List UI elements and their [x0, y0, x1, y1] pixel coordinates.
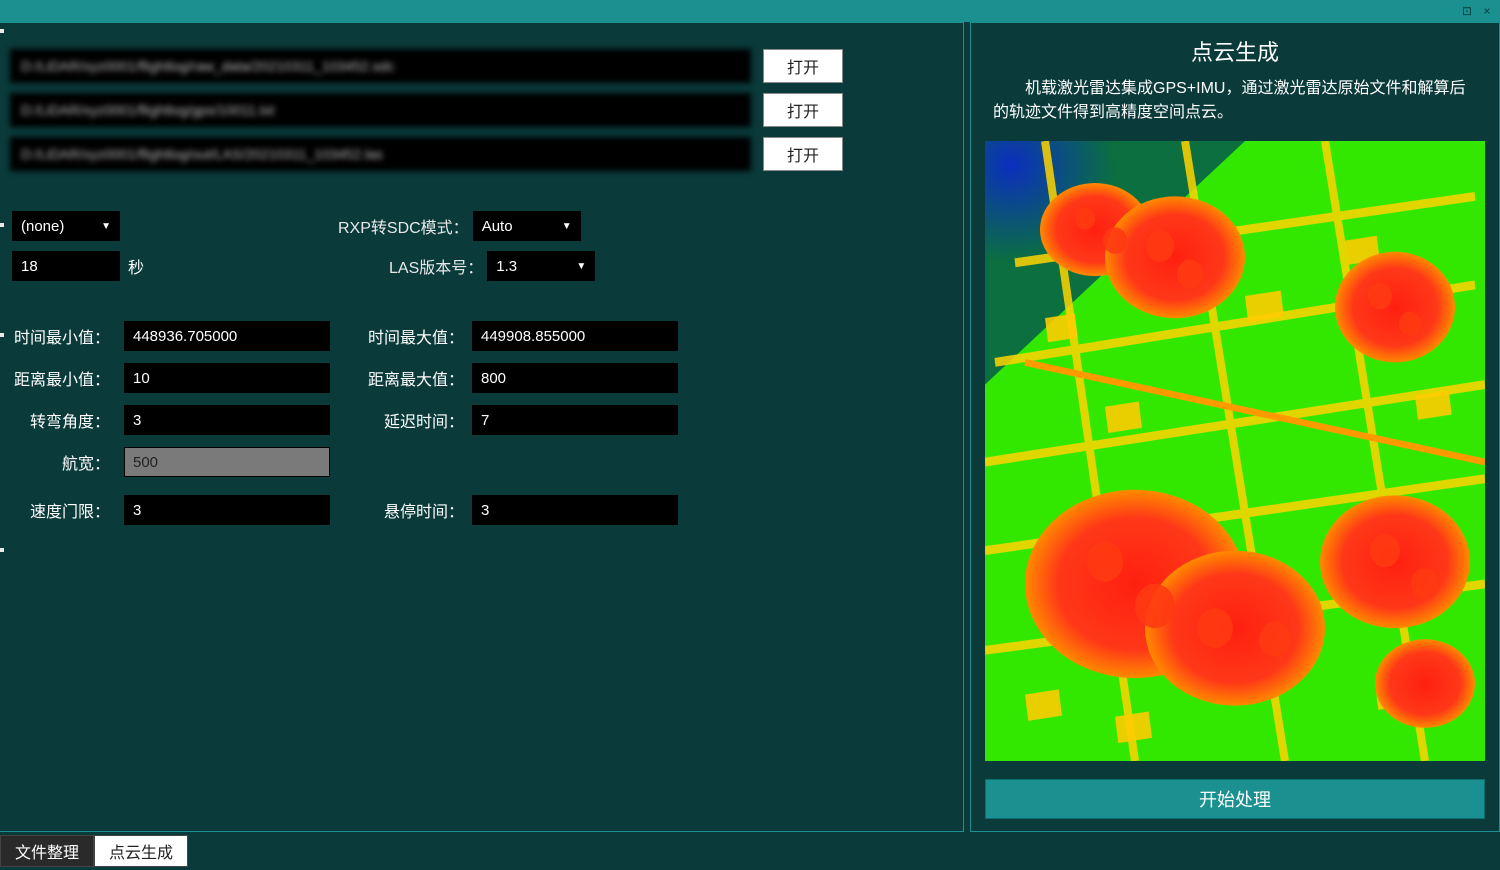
dist-max-label: 距离最大值： [364, 366, 464, 390]
hover-label: 悬停时间： [364, 498, 464, 522]
rxp-label: RXP转SDC模式： [338, 214, 469, 238]
rxp-mode-value: Auto [482, 218, 513, 235]
hover-input[interactable] [472, 495, 678, 525]
rxp-mode-select[interactable]: Auto ▼ [473, 211, 581, 241]
pointcloud-image [985, 141, 1485, 761]
file-row-1: 打开 [10, 49, 843, 83]
turn-angle-input[interactable] [124, 405, 330, 435]
file-path-input-3[interactable] [10, 137, 751, 171]
time-max-input[interactable] [472, 321, 678, 351]
time-min-input[interactable] [124, 321, 330, 351]
section-marker [0, 548, 4, 552]
file-row-2: 打开 [10, 93, 843, 127]
open-button-3[interactable]: 打开 [763, 137, 843, 171]
close-icon[interactable]: × [1480, 4, 1494, 18]
section-marker [0, 333, 4, 337]
section-marker [0, 223, 4, 227]
tab-file-organize[interactable]: 文件整理 [0, 835, 94, 867]
tab-pointcloud-gen[interactable]: 点云生成 [94, 835, 188, 867]
file-path-input-2[interactable] [10, 93, 751, 127]
time-max-label: 时间最大值： [364, 324, 464, 348]
open-button-2[interactable]: 打开 [763, 93, 843, 127]
caret-down-icon: ▼ [101, 221, 111, 232]
delay-input[interactable] [472, 405, 678, 435]
las-version-select[interactable]: 1.3 ▼ [487, 251, 595, 281]
bottom-tabs: 文件整理 点云生成 [0, 832, 1500, 870]
turn-angle-label: 转弯角度： [10, 408, 110, 432]
delay-label: 延迟时间： [364, 408, 464, 432]
swath-label: 航宽： [10, 450, 110, 474]
right-panel: 点云生成 机载激光雷达集成GPS+IMU，通过激光雷达原始文件和解算后的轨迹文件… [970, 22, 1500, 832]
las-version-label: LAS版本号： [389, 254, 483, 278]
caret-down-icon: ▼ [562, 221, 572, 232]
caret-down-icon: ▼ [576, 261, 586, 272]
type-select-value: (none) [21, 218, 64, 235]
left-panel: 打开 打开 打开 (none) ▼ RXP转SDC模式： [0, 22, 964, 832]
dock-icon[interactable]: ⊡ [1460, 4, 1474, 18]
gps-seconds-input[interactable] [12, 251, 120, 281]
pointcloud-preview [985, 141, 1485, 761]
section-marker [0, 29, 4, 33]
dist-min-label: 距离最小值： [10, 366, 110, 390]
speed-label: 速度门限： [10, 498, 110, 522]
speed-input[interactable] [124, 495, 330, 525]
gps-seconds-suffix: 秒 [128, 254, 144, 278]
dist-min-input[interactable] [124, 363, 330, 393]
start-processing-button[interactable]: 开始处理 [985, 779, 1485, 819]
time-min-label: 时间最小值： [10, 324, 110, 348]
file-path-input-1[interactable] [10, 49, 751, 83]
open-button-1[interactable]: 打开 [763, 49, 843, 83]
type-select[interactable]: (none) ▼ [12, 211, 120, 241]
right-title: 点云生成 [985, 35, 1485, 67]
las-version-value: 1.3 [496, 258, 517, 275]
swath-input [124, 447, 330, 477]
file-row-3: 打开 [10, 137, 843, 171]
dist-max-input[interactable] [472, 363, 678, 393]
right-description: 机载激光雷达集成GPS+IMU，通过激光雷达原始文件和解算后的轨迹文件得到高精度… [985, 77, 1485, 125]
titlebar: ⊡ × [0, 0, 1500, 22]
